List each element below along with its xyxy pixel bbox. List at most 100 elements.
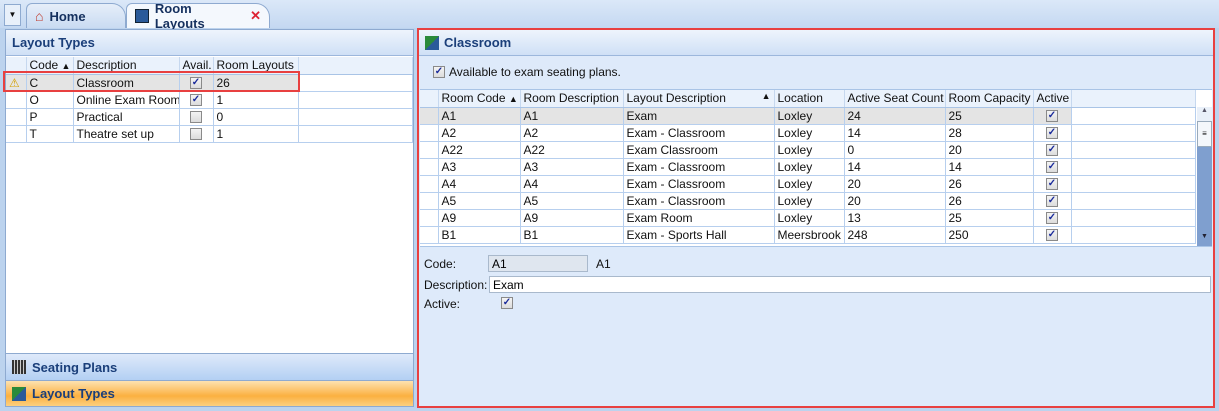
active-checkbox[interactable]: ✓ xyxy=(1046,127,1058,140)
sort-asc-icon: ▲ xyxy=(508,94,518,105)
cell: A2 xyxy=(520,124,624,142)
cell: A5 xyxy=(438,192,521,210)
table-row[interactable]: O Online Exam Room ✓ 1 xyxy=(6,91,413,109)
cell: Loxley xyxy=(774,175,845,193)
active-checkbox[interactable]: ✓ xyxy=(1046,212,1058,225)
cell: 26 xyxy=(945,192,1034,210)
table-row[interactable]: A4 A4 Exam - Classroom Loxley 20 26 ✓ xyxy=(420,175,1196,193)
panel-header: Classroom xyxy=(419,30,1213,56)
cell: A5 xyxy=(520,192,624,210)
nav-seating-plans[interactable]: Seating Plans xyxy=(6,353,413,380)
cell: Meersbrook xyxy=(774,226,845,244)
home-icon: ⌂ xyxy=(35,8,44,24)
column-active[interactable]: Active xyxy=(1033,90,1072,108)
avail-checkbox[interactable] xyxy=(190,111,202,124)
avail-checkbox[interactable]: ✓ xyxy=(190,94,202,107)
scroll-up-icon[interactable]: ▲ xyxy=(1197,107,1212,121)
cell: 25 xyxy=(945,209,1034,227)
cell: 250 xyxy=(945,226,1034,244)
cell: 0 xyxy=(844,141,946,159)
cell: A1 xyxy=(520,107,624,125)
table-row[interactable]: A3 A3 Exam - Classroom Loxley 14 14 ✓ xyxy=(420,158,1196,176)
cell: Loxley xyxy=(774,124,845,142)
table-row[interactable]: A5 A5 Exam - Classroom Loxley 20 26 ✓ xyxy=(420,192,1196,210)
layout-types-icon xyxy=(425,35,439,50)
cell: A9 xyxy=(438,209,521,227)
classroom-panel: Classroom ✓ Available to exam seating pl… xyxy=(417,28,1215,408)
available-checkbox[interactable]: ✓ xyxy=(433,66,445,78)
column-layout-description[interactable]: Layout Description ▲ xyxy=(623,90,775,108)
cell: Loxley xyxy=(774,158,845,176)
column-active-seat-count[interactable]: Active Seat Count xyxy=(844,90,946,108)
cell: A4 xyxy=(438,175,521,193)
table-row[interactable]: A22 A22 Exam Classroom Loxley 0 20 ✓ xyxy=(420,141,1196,159)
cell: 20 xyxy=(844,175,946,193)
active-checkbox[interactable]: ✓ xyxy=(1046,178,1058,191)
tab-bar: ▼ ⌂ Home Room Layouts ✕ xyxy=(0,0,1219,31)
available-option[interactable]: ✓ Available to exam seating plans. xyxy=(433,65,621,79)
cell: 14 xyxy=(844,124,946,142)
cell: 14 xyxy=(945,158,1034,176)
cell: 248 xyxy=(844,226,946,244)
cell: Loxley xyxy=(774,209,845,227)
cell: A22 xyxy=(520,141,624,159)
cell: Exam - Classroom xyxy=(623,175,775,193)
close-icon[interactable]: ✕ xyxy=(250,8,261,24)
column-room-description[interactable]: Room Description xyxy=(520,90,624,108)
table-row[interactable]: P Practical 0 xyxy=(6,108,413,126)
cell: Exam - Classroom xyxy=(623,158,775,176)
tab-menu-button[interactable]: ▼ xyxy=(4,4,21,26)
table-row[interactable]: A1 A1 Exam Loxley 24 25 ✓ xyxy=(420,107,1196,125)
cell: A4 xyxy=(520,175,624,193)
table-row[interactable]: B1 B1 Exam - Sports Hall Meersbrook 248 250 ✓ xyxy=(420,226,1196,244)
sort-asc-icon: ▲ xyxy=(761,91,771,102)
active-checkbox[interactable]: ✓ xyxy=(501,297,513,309)
cell: Exam - Sports Hall xyxy=(623,226,775,244)
scroll-thumb[interactable]: ≡ xyxy=(1197,121,1212,147)
tab-room-layouts[interactable]: Room Layouts ✕ xyxy=(126,1,270,31)
nav-layout-types[interactable]: Layout Types xyxy=(6,380,413,406)
layout-types-grid: Code ▲ Description Avail. Room Layouts ⚠… xyxy=(6,57,413,143)
cell: A3 xyxy=(520,158,624,176)
cell: A22 xyxy=(438,141,521,159)
vertical-scrollbar[interactable]: ▲ ≡ ▼ xyxy=(1197,107,1212,246)
cell: B1 xyxy=(438,226,521,244)
cell: A1 xyxy=(438,107,521,125)
layout-types-icon xyxy=(12,386,26,401)
cell: 20 xyxy=(844,192,946,210)
sort-asc-icon: ▲ xyxy=(61,61,71,72)
table-row[interactable]: A9 A9 Exam Room Loxley 13 25 ✓ xyxy=(420,209,1196,227)
cell: Loxley xyxy=(774,107,845,125)
cell: A2 xyxy=(438,124,521,142)
grid-header: Room Code ▲ Room Description Layout Desc… xyxy=(420,90,1196,108)
active-checkbox[interactable]: ✓ xyxy=(1046,144,1058,157)
code-field[interactable] xyxy=(488,255,588,272)
cell: 20 xyxy=(945,141,1034,159)
code-text: A1 xyxy=(596,257,611,271)
room-layout-icon xyxy=(135,9,149,23)
active-checkbox[interactable]: ✓ xyxy=(1046,110,1058,123)
column-room-code[interactable]: Room Code ▲ xyxy=(438,90,521,108)
table-row[interactable]: A2 A2 Exam - Classroom Loxley 14 28 ✓ xyxy=(420,124,1196,142)
cell: A9 xyxy=(520,209,624,227)
scroll-down-icon[interactable]: ▼ xyxy=(1197,233,1212,246)
column-location[interactable]: Location xyxy=(774,90,845,108)
table-row[interactable]: T Theatre set up 1 xyxy=(6,125,413,143)
cell: Exam Classroom xyxy=(623,141,775,159)
cell: A3 xyxy=(438,158,521,176)
selection-highlight xyxy=(3,71,300,92)
room-grid-container: Room Code ▲ Room Description Layout Desc… xyxy=(420,89,1212,247)
active-checkbox[interactable]: ✓ xyxy=(1046,161,1058,174)
description-field[interactable] xyxy=(489,276,1211,293)
cell: 25 xyxy=(945,107,1034,125)
active-checkbox[interactable]: ✓ xyxy=(1046,195,1058,208)
cell: 28 xyxy=(945,124,1034,142)
avail-checkbox[interactable] xyxy=(190,128,202,141)
cell: 14 xyxy=(844,158,946,176)
cell: Exam Room xyxy=(623,209,775,227)
active-checkbox[interactable]: ✓ xyxy=(1046,229,1058,242)
column-room-capacity[interactable]: Room Capacity xyxy=(945,90,1034,108)
cell: Loxley xyxy=(774,141,845,159)
tab-home[interactable]: ⌂ Home xyxy=(26,3,126,28)
cell: B1 xyxy=(520,226,624,244)
